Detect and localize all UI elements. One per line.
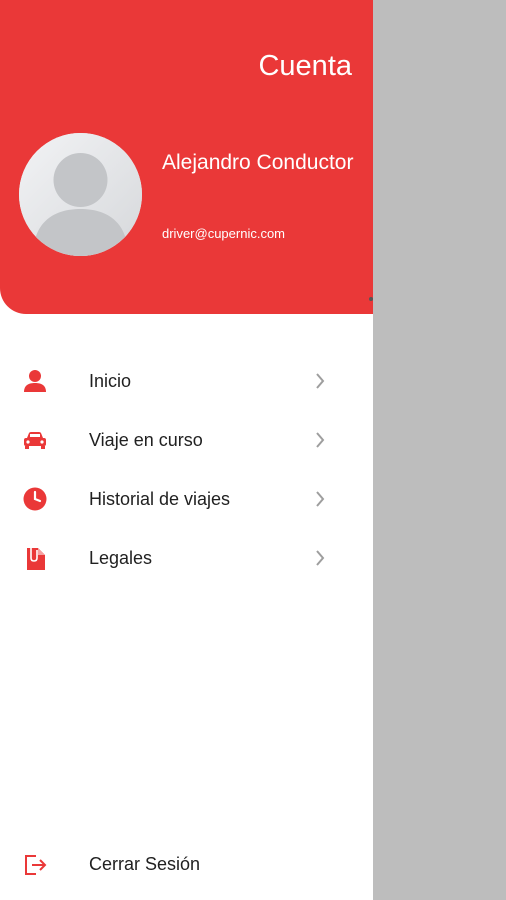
logout-label: Cerrar Sesión [89, 854, 201, 874]
header-title: Cuenta [258, 50, 352, 82]
chevron-right-icon [316, 373, 325, 389]
navigation-drawer: Cuenta Alejandro Conductor driver@cupern… [0, 0, 373, 900]
menu-item-label: Legales [89, 548, 153, 568]
document-icon [27, 547, 45, 570]
menu-item-legales[interactable]: Legales [0, 529, 373, 588]
menu-item-label: Viaje en curso [89, 430, 203, 450]
car-icon [24, 432, 46, 449]
drawer-menu: Inicio Viaje en curso Historial de viaje… [0, 352, 373, 588]
logout-button[interactable]: Cerrar Sesión [0, 837, 373, 893]
menu-item-inicio[interactable]: Inicio [0, 352, 373, 411]
drawer-edge-marker [369, 297, 373, 301]
menu-item-viaje-en-curso[interactable]: Viaje en curso [0, 411, 373, 470]
menu-item-label: Historial de viajes [89, 489, 231, 509]
person-icon [24, 370, 46, 392]
menu-item-label: Inicio [89, 371, 132, 391]
user-placeholder-icon [19, 133, 142, 256]
user-email: driver@cupernic.com [162, 226, 286, 241]
menu-item-historial[interactable]: Historial de viajes [0, 470, 373, 529]
chevron-right-icon [316, 550, 325, 566]
clock-icon [23, 487, 47, 511]
logout-icon [25, 855, 47, 875]
chevron-right-icon [316, 432, 325, 448]
avatar[interactable] [19, 133, 142, 256]
chevron-right-icon [316, 491, 325, 507]
user-name: Alejandro Conductor [162, 151, 354, 174]
drawer-header: Cuenta Alejandro Conductor driver@cupern… [0, 0, 373, 314]
